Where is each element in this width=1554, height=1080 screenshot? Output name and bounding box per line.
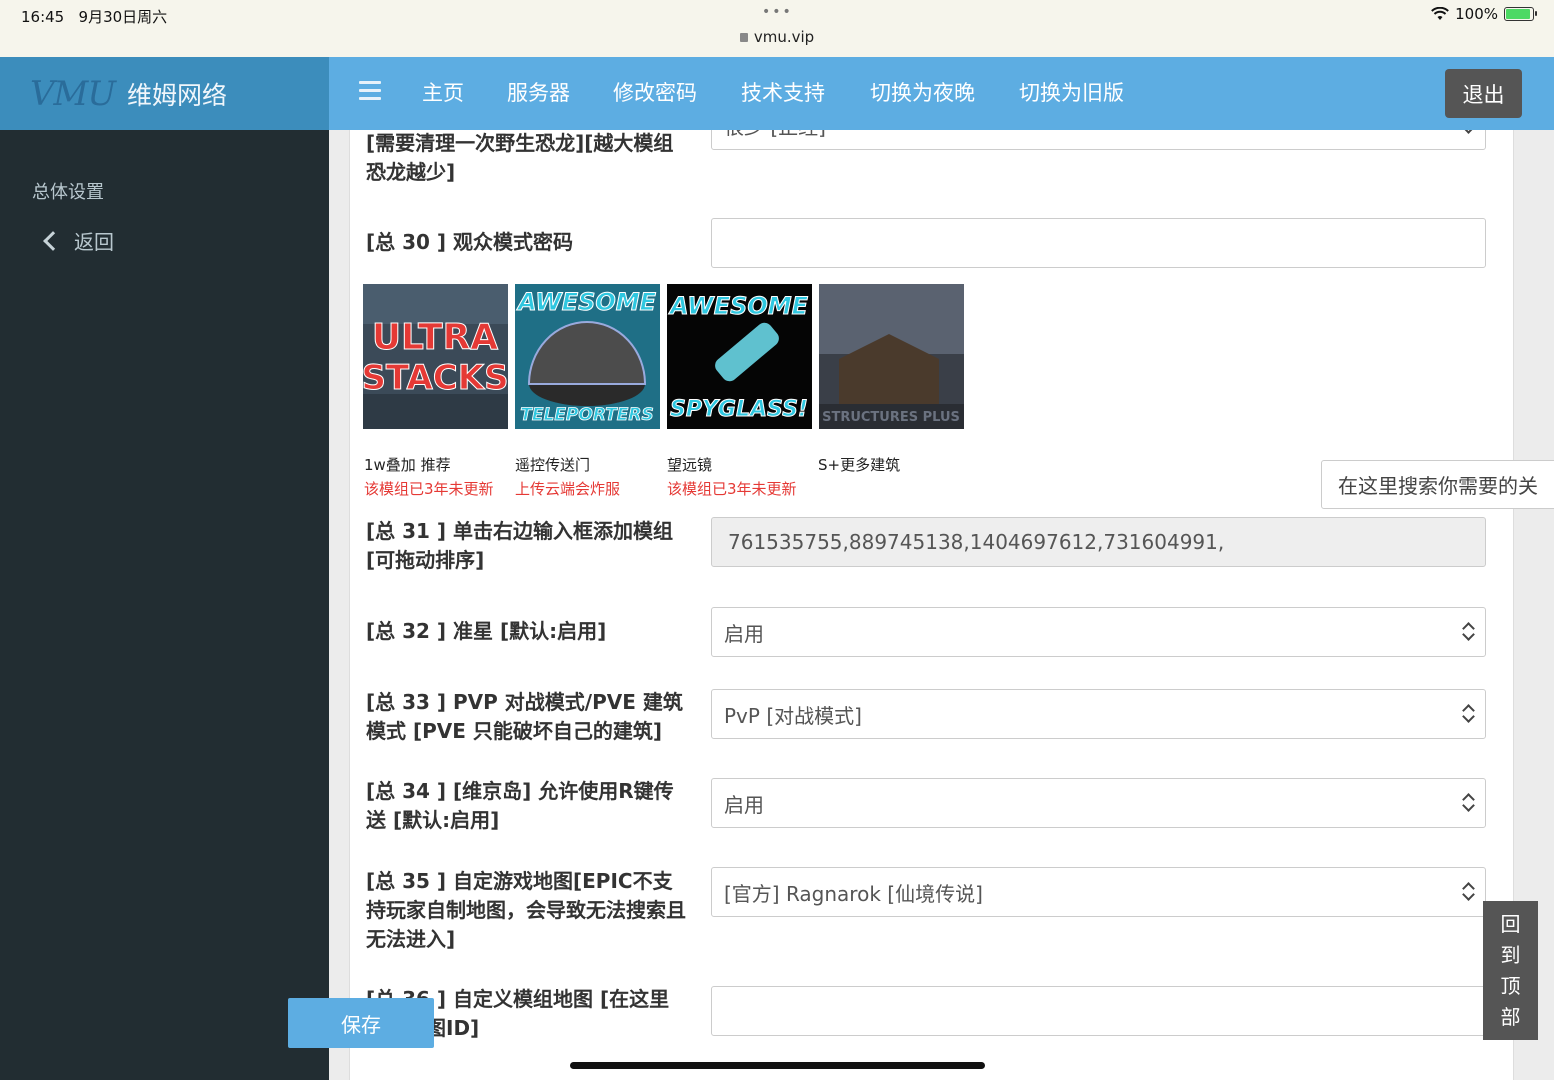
mod-tile-structures-plus[interactable]: STRUCTURES PLUS — [819, 284, 964, 429]
custom-mod-map-input[interactable] — [711, 986, 1486, 1036]
nav-old-version[interactable]: 切换为旧版 — [1019, 77, 1124, 107]
lock-icon — [739, 33, 748, 42]
mod-search-input[interactable]: 在这里搜索你需要的关 — [1321, 460, 1554, 509]
nav-night-mode[interactable]: 切换为夜晚 — [870, 77, 975, 107]
r-key-teleport-value: 启用 — [724, 792, 764, 817]
sidebar-heading: 总体设置 — [32, 182, 104, 203]
setting-30-label: [总 30 ] 观众模式密码 — [366, 230, 574, 254]
svg-text:SPYGLASS!: SPYGLASS! — [670, 397, 808, 422]
address-bar[interactable]: vmu.vip — [0, 28, 1554, 46]
nav-support[interactable]: 技术支持 — [741, 77, 825, 107]
status-dots[interactable]: ••• — [762, 4, 793, 20]
settings-panel: [需要清理一次野生恐龙][越大模组恐龙越少] 很少 [正经] [总 30 ] 观… — [349, 130, 1514, 1080]
mod-name-1: 1w叠加 推荐 — [364, 456, 451, 474]
game-map-value: [官方] Ragnarok [仙境传说] — [724, 881, 983, 906]
pvp-mode-select[interactable]: PvP [对战模式] — [711, 689, 1486, 739]
pvp-mode-value: PvP [对战模式] — [724, 703, 862, 728]
sidebar-back-link[interactable]: 返回 — [40, 226, 114, 255]
chevron-left-icon — [43, 230, 63, 251]
wifi-icon — [1431, 7, 1449, 20]
mod-warning-1: 该模组已3年未更新 — [364, 480, 494, 498]
setting-34-label: [总 34 ] [维京岛] 允许使用R键传送 [默认:启用] — [366, 779, 674, 832]
sidebar: 总体设置 返回 — [0, 130, 329, 1080]
mod-image-title-2: STACKS — [363, 358, 508, 398]
setting-33-label: [总 33 ] PVP 对战模式/PVE 建筑模式 [PVE 只能破坏自己的建筑… — [366, 690, 683, 743]
mod-name-2: 遥控传送门 — [515, 456, 591, 474]
setting-29-label: [需要清理一次野生恐龙][越大模组恐龙越少] — [366, 131, 674, 184]
main-content[interactable]: [需要清理一次野生恐龙][越大模组恐龙越少] 很少 [正经] [总 30 ] 观… — [329, 130, 1554, 1080]
select-arrows-icon — [1461, 622, 1475, 642]
back-to-top-char: 顶 — [1500, 973, 1521, 998]
spectator-password-input[interactable] — [711, 218, 1486, 268]
top-navbar: 主页 服务器 修改密码 技术支持 切换为夜晚 切换为旧版 退出 — [329, 57, 1554, 130]
battery-percent: 100% — [1455, 5, 1498, 23]
brand-logo: VMU — [30, 73, 116, 114]
r-key-teleport-select[interactable]: 启用 — [711, 778, 1486, 828]
setting-29-value: 很少 [正经] — [724, 130, 826, 140]
setting-35-label: [总 35 ] 自定游戏地图[EPIC不支持玩家自制地图，会导致无法搜索且无法进… — [366, 869, 686, 951]
select-arrows-icon — [1461, 130, 1475, 135]
back-to-top-char: 部 — [1500, 1004, 1521, 1029]
mod-tile-teleporters[interactable]: AWESOME TELEPORTERS — [515, 284, 660, 429]
setting-31-label: [总 31 ] 单击右边输入框添加模组[可拖动排序] — [366, 519, 674, 572]
game-map-select[interactable]: [官方] Ragnarok [仙境传说] — [711, 867, 1486, 917]
nav-change-password[interactable]: 修改密码 — [613, 77, 697, 107]
select-arrows-icon — [1461, 882, 1475, 902]
brand-name: 维姆网络 — [127, 80, 228, 110]
back-to-top-char: 到 — [1500, 942, 1521, 967]
select-arrows-icon — [1461, 793, 1475, 813]
ios-status-bar: 16:45 9月30日周六 ••• vmu.vip 100% — [0, 0, 1554, 57]
mod-image-title-1: ULTRA — [372, 317, 498, 358]
setting-29-select[interactable]: 很少 [正经] — [711, 130, 1486, 150]
crosshair-value: 启用 — [724, 621, 764, 646]
mod-warning-2: 上传云端会炸服 — [515, 480, 621, 498]
logout-button[interactable]: 退出 — [1445, 69, 1522, 118]
mod-image-spyglass: AWESOME SPYGLASS! — [667, 284, 812, 429]
mod-name-4: S+更多建筑 — [818, 456, 901, 474]
back-to-top-char: 回 — [1500, 911, 1521, 936]
mod-tile-ultra-stacks[interactable]: ULTRA STACKS — [363, 284, 508, 429]
select-arrows-icon — [1461, 704, 1475, 724]
hamburger-menu-icon[interactable] — [359, 81, 381, 103]
svg-text:TELEPORTERS: TELEPORTERS — [520, 405, 653, 425]
svg-text:AWESOME: AWESOME — [516, 288, 657, 316]
nav-home[interactable]: 主页 — [422, 77, 464, 107]
svg-text:AWESOME: AWESOME — [668, 292, 809, 320]
mod-image-ultra-stacks: ULTRA STACKS — [363, 284, 508, 429]
mod-image-structures-plus: STRUCTURES PLUS — [819, 284, 964, 429]
back-to-top-button[interactable]: 回 到 顶 部 — [1483, 901, 1538, 1040]
nav-servers[interactable]: 服务器 — [507, 77, 570, 107]
sidebar-back-label: 返回 — [74, 230, 114, 254]
setting-32-label: [总 32 ] 准星 [默认:启用] — [366, 619, 607, 643]
brand-bar[interactable]: VMU 维姆网络 — [0, 57, 329, 130]
save-button[interactable]: 保存 — [288, 998, 434, 1048]
crosshair-select[interactable]: 启用 — [711, 607, 1486, 657]
mod-ids-input[interactable]: 761535755,889745138,1404697612,731604991… — [711, 517, 1486, 567]
mod-image-teleporters: AWESOME TELEPORTERS — [515, 284, 660, 429]
url-text: vmu.vip — [753, 28, 815, 46]
status-time: 16:45 9月30日周六 — [21, 8, 168, 26]
mod-warning-3: 该模组已3年未更新 — [667, 480, 797, 498]
status-right: 100% — [1431, 5, 1537, 23]
home-indicator[interactable] — [570, 1062, 985, 1069]
battery-icon — [1504, 7, 1537, 21]
mod-tile-spyglass[interactable]: AWESOME SPYGLASS! — [667, 284, 812, 429]
svg-text:STRUCTURES PLUS: STRUCTURES PLUS — [822, 410, 960, 425]
mod-name-3: 望远镜 — [667, 456, 713, 474]
